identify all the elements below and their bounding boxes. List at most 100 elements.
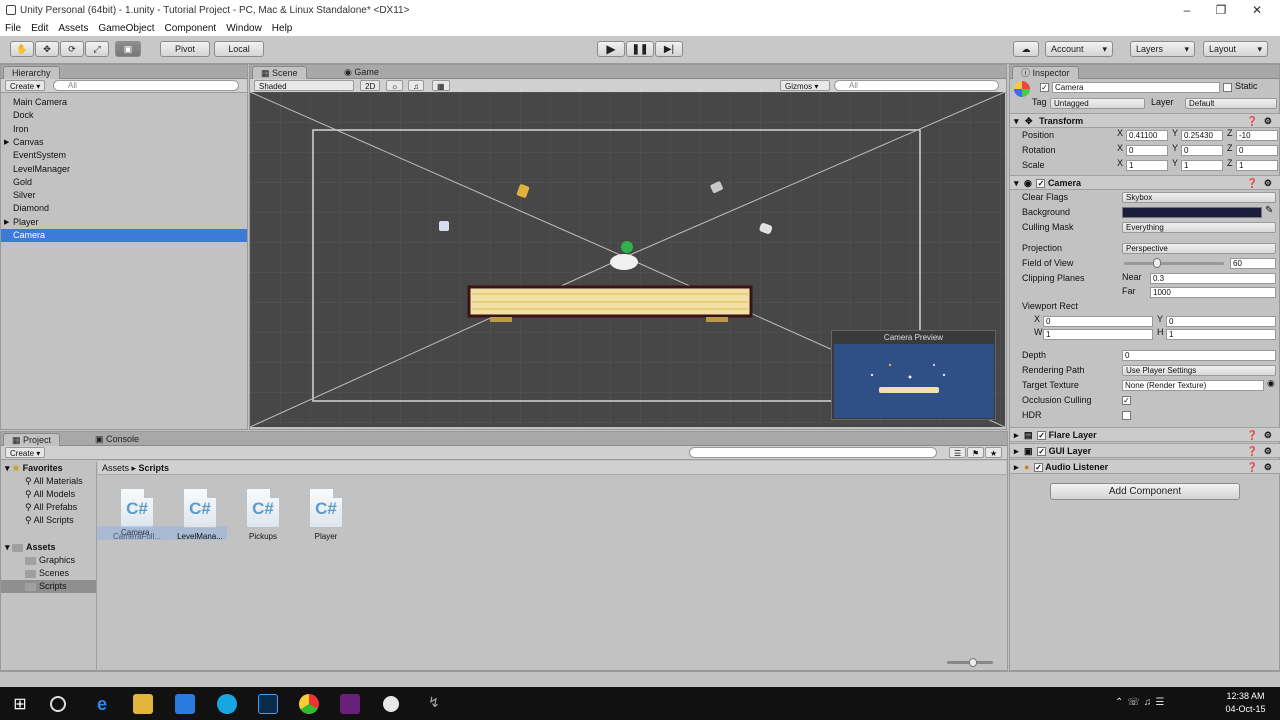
folder-graphics[interactable]: Graphics (25, 554, 75, 567)
layout-dropdown[interactable]: Layout ▾ (1203, 41, 1268, 57)
favorite-all-models[interactable]: ⚲ All Models (25, 488, 75, 501)
file-explorer-icon[interactable] (133, 694, 153, 714)
folder-scenes[interactable]: Scenes (25, 567, 69, 580)
visual-studio-icon[interactable] (340, 694, 360, 714)
store-icon[interactable] (175, 694, 195, 714)
favorites-header[interactable]: ▾ ★ Favorites (5, 462, 63, 475)
viewport-w-field[interactable]: 1 (1043, 329, 1153, 340)
expand-arrow-icon[interactable]: ▶ (4, 216, 9, 229)
menu-edit[interactable]: Edit (31, 23, 48, 34)
position-y-field[interactable]: 0.25430 (1181, 130, 1223, 141)
file-level-manager[interactable]: C# LevelMana... (170, 488, 230, 541)
help-icon[interactable]: ❓ (1247, 114, 1258, 128)
unity-taskbar-icon[interactable] (383, 696, 399, 712)
help-icon[interactable]: ❓ (1247, 428, 1258, 442)
hierarchy-item[interactable]: Main Camera (1, 96, 247, 109)
gui-layer-checkbox[interactable]: ✓ (1037, 447, 1047, 457)
settings-gear-icon[interactable]: ⚙ (1264, 114, 1272, 128)
help-icon[interactable]: ❓ (1247, 444, 1258, 458)
audio-listener-checkbox[interactable]: ✓ (1034, 463, 1043, 473)
chrome-icon[interactable] (299, 694, 319, 714)
pause-button[interactable]: ❚❚ (626, 41, 654, 57)
add-component-button[interactable]: Add Component (1050, 483, 1240, 500)
scale-z-field[interactable]: 1 (1236, 160, 1278, 171)
folder-scripts[interactable]: Scripts (1, 580, 96, 593)
scene-view[interactable]: Camera Preview (250, 92, 1005, 427)
tab-hierarchy[interactable]: Hierarchy (3, 66, 60, 79)
shading-mode-dropdown[interactable]: Shaded (254, 80, 354, 91)
mode-2d-toggle[interactable]: 2D (360, 80, 381, 91)
tab-inspector[interactable]: ⓘ Inspector (1012, 66, 1079, 79)
tag-dropdown[interactable]: Untagged (1050, 98, 1145, 109)
menu-assets[interactable]: Assets (58, 23, 88, 34)
scale-y-field[interactable]: 1 (1181, 160, 1223, 171)
fov-slider[interactable] (1124, 258, 1224, 268)
static-checkbox[interactable] (1223, 83, 1232, 92)
fov-slider-thumb[interactable] (1153, 258, 1161, 268)
tab-project[interactable]: ▦ Project (3, 433, 61, 446)
favorite-all-materials[interactable]: ⚲ All Materials (25, 475, 83, 488)
filter-type-icon[interactable]: ☰ (949, 447, 967, 458)
position-x-field[interactable]: 0.41100 (1126, 130, 1168, 141)
menu-file[interactable]: File (5, 23, 21, 34)
object-picker-icon[interactable]: ◉ (1267, 378, 1275, 389)
tab-scene[interactable]: ▦ Scene (252, 66, 307, 79)
near-field[interactable]: 0.3 (1150, 273, 1276, 284)
target-texture-field[interactable]: None (Render Texture) (1122, 380, 1264, 391)
help-icon[interactable]: ❓ (1247, 460, 1258, 474)
hierarchy-item[interactable]: Silver (1, 189, 247, 202)
lighting-icon[interactable]: ☼ (386, 80, 404, 91)
local-toggle[interactable]: Local (214, 41, 264, 57)
help-icon[interactable]: ❓ (1247, 176, 1258, 190)
rotation-y-field[interactable]: 0 (1181, 145, 1223, 156)
dock-platform[interactable] (467, 285, 753, 322)
assets-header[interactable]: ▾ Assets (5, 541, 56, 554)
misc-app-icon[interactable]: ↯ (424, 694, 444, 714)
menu-help[interactable]: Help (272, 23, 293, 34)
hierarchy-create-button[interactable]: Create ▾ (5, 80, 46, 91)
account-dropdown[interactable]: Account ▾ (1045, 41, 1113, 57)
hierarchy-search-input[interactable]: All (53, 80, 239, 91)
hierarchy-item[interactable]: Camera (1, 229, 247, 242)
fov-field[interactable]: 60 (1230, 258, 1276, 269)
far-field[interactable]: 1000 (1150, 287, 1276, 298)
task-view-icon[interactable] (50, 696, 66, 712)
culling-mask-dropdown[interactable]: Everything (1122, 222, 1276, 233)
clear-flags-dropdown[interactable]: Skybox (1122, 192, 1276, 203)
viewport-y-field[interactable]: 0 (1166, 316, 1276, 327)
flare-layer-checkbox[interactable]: ✓ (1037, 431, 1047, 441)
clock[interactable]: 12:38 AM 04-Oct-15 (1218, 690, 1273, 716)
system-tray-icons[interactable]: ⌃☏♫☰ (1115, 697, 1168, 708)
favorite-all-prefabs[interactable]: ⚲ All Prefabs (25, 501, 77, 514)
file-player[interactable]: C# Player (296, 488, 356, 541)
filter-label-icon[interactable]: ⚑ (967, 447, 985, 458)
maximize-button[interactable]: ❐ (1204, 0, 1238, 20)
cloud-icon[interactable]: ☁ (1013, 41, 1039, 57)
photoshop-icon[interactable] (258, 694, 278, 714)
slider-thumb[interactable] (969, 658, 977, 667)
edge-browser-icon[interactable]: e (92, 694, 112, 714)
audio-icon[interactable]: ♫ (408, 80, 424, 91)
rendering-path-dropdown[interactable]: Use Player Settings (1122, 365, 1276, 376)
pivot-toggle[interactable]: Pivot (160, 41, 210, 57)
settings-gear-icon[interactable]: ⚙ (1264, 428, 1272, 442)
viewport-h-field[interactable]: 1 (1166, 329, 1276, 340)
occlusion-culling-checkbox[interactable]: ✓ (1122, 396, 1131, 405)
rotate-tool-icon[interactable]: ⟳ (60, 41, 84, 57)
settings-gear-icon[interactable]: ⚙ (1264, 444, 1272, 458)
camera-enabled-checkbox[interactable]: ✓ (1036, 179, 1046, 189)
hierarchy-item[interactable]: EventSystem (1, 149, 247, 162)
object-name-field[interactable]: Camera (1052, 82, 1220, 93)
favorite-all-scripts[interactable]: ⚲ All Scripts (25, 514, 74, 527)
projection-dropdown[interactable]: Perspective (1122, 243, 1276, 254)
rotation-x-field[interactable]: 0 (1126, 145, 1168, 156)
icon-size-slider[interactable] (947, 658, 993, 667)
layer-dropdown[interactable]: Default (1185, 98, 1277, 109)
settings-gear-icon[interactable]: ⚙ (1264, 460, 1272, 474)
windows-start-icon[interactable]: ⊞ (10, 694, 30, 714)
gui-layer-header[interactable]: ▸ ▣ ✓ GUI Layer ❓ ⚙ (1010, 443, 1280, 458)
audio-listener-header[interactable]: ▸ ● ✓ Audio Listener ❓ ⚙ (1010, 459, 1280, 474)
gizmos-dropdown[interactable]: Gizmos ▾ (780, 80, 830, 91)
favorite-star-icon[interactable]: ★ (985, 447, 1003, 458)
scale-tool-icon[interactable]: ⤢ (85, 41, 109, 57)
